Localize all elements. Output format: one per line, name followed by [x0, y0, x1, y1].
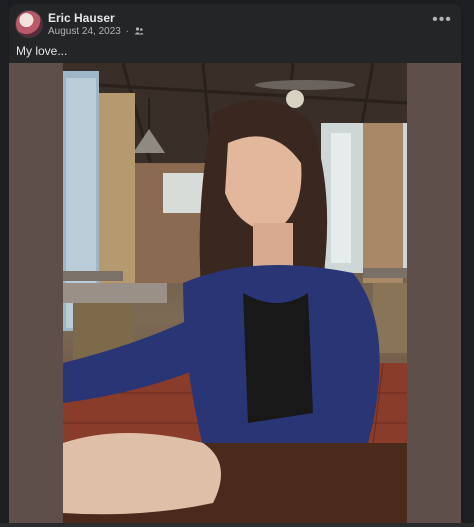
- post-card: Eric Hauser August 24, 2023 · ••• My lov…: [9, 4, 461, 527]
- author-name[interactable]: Eric Hauser: [48, 11, 115, 25]
- post-photo[interactable]: [63, 63, 407, 527]
- friends-icon[interactable]: [134, 27, 144, 38]
- more-icon: •••: [432, 11, 452, 28]
- post-header: Eric Hauser August 24, 2023 · •••: [9, 4, 461, 44]
- photo-illustration: [63, 63, 407, 527]
- avatar[interactable]: [15, 10, 43, 38]
- post-caption: My love...: [16, 44, 68, 58]
- more-options-button[interactable]: •••: [429, 10, 455, 36]
- post-meta: August 24, 2023 ·: [48, 26, 144, 38]
- page-footer-strip: [0, 523, 474, 527]
- meta-separator: ·: [125, 26, 129, 37]
- photo-container[interactable]: [9, 63, 461, 527]
- post-date[interactable]: August 24, 2023: [48, 26, 121, 37]
